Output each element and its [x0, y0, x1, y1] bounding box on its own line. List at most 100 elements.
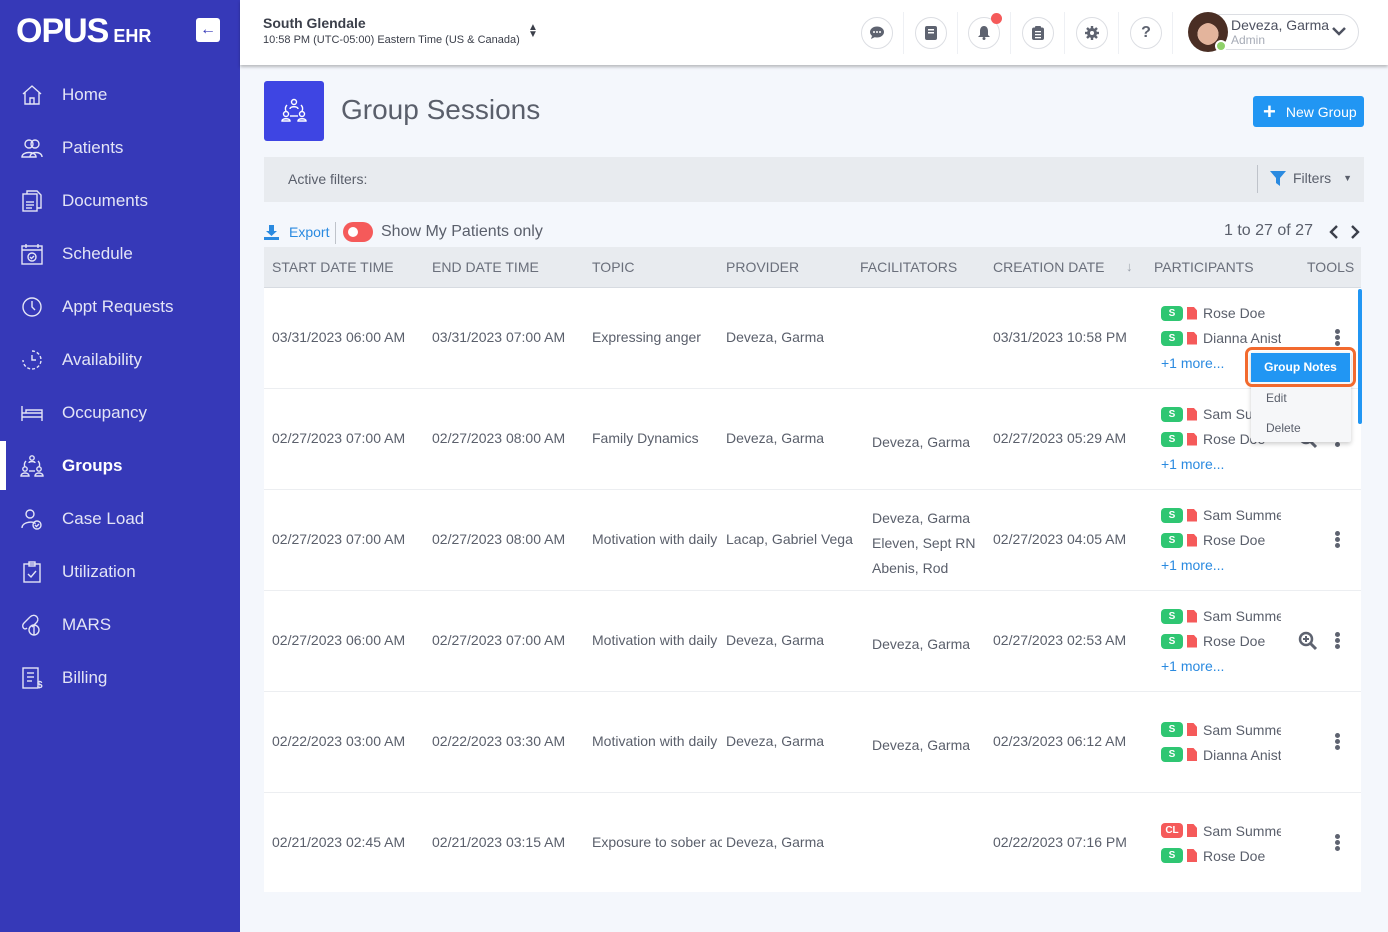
document-icon[interactable]: [1187, 533, 1197, 547]
sidebar-item-utilization[interactable]: Utilization: [0, 545, 240, 598]
participant[interactable]: S Sam Summers: [1161, 717, 1281, 742]
sidebar-item-availability[interactable]: Availability: [0, 333, 240, 386]
participant-status-badge: S: [1161, 431, 1183, 447]
billing-icon: $: [20, 666, 44, 690]
table-row[interactable]: 02/21/2023 02:45 AM 02/21/2023 03:15 AM Ex…: [264, 793, 1361, 892]
participant[interactable]: S Sam Summers: [1161, 503, 1281, 528]
cell-participants: S Sam Summers S Dianna Aniston: [1161, 717, 1281, 767]
location-selector[interactable]: South Glendale 10:58 PM (UTC-05:00) East…: [263, 15, 520, 46]
clipboard-button[interactable]: [1022, 17, 1054, 49]
more-participants-link[interactable]: +1 more...: [1161, 553, 1281, 578]
table-row[interactable]: 02/27/2023 07:00 AM 02/27/2023 08:00 AM Fa…: [264, 389, 1361, 490]
document-icon[interactable]: [1187, 609, 1197, 623]
document-icon[interactable]: [1187, 634, 1197, 648]
help-button[interactable]: ?: [1130, 17, 1162, 49]
chevron-down-icon[interactable]: [1330, 22, 1348, 40]
sidebar-item-billing[interactable]: $ Billing: [0, 651, 240, 704]
more-actions-icon[interactable]: [1332, 328, 1342, 348]
menu-item-delete[interactable]: Delete: [1266, 421, 1301, 435]
participant-status-badge: S: [1161, 722, 1183, 737]
cell-start-date: 02/21/2023 02:45 AM: [272, 834, 406, 850]
cell-creation-date: 02/23/2023 06:12 AM: [993, 733, 1127, 749]
column-header-participants[interactable]: PARTICIPANTS: [1154, 259, 1254, 275]
divider: [1257, 165, 1258, 193]
export-button[interactable]: Export: [264, 224, 329, 240]
column-header-facilitators[interactable]: FACILITATORS: [860, 259, 957, 275]
cell-end-date: 02/27/2023 07:00 AM: [432, 632, 566, 648]
sort-desc-icon[interactable]: ↓: [1126, 259, 1133, 274]
participant[interactable]: S Rose Doe: [1161, 528, 1281, 553]
divider: [957, 12, 958, 54]
menu-item-group-notes[interactable]: Group Notes: [1251, 353, 1350, 382]
more-actions-icon[interactable]: [1332, 530, 1342, 550]
document-icon[interactable]: [1187, 723, 1197, 736]
sidebar-item-home[interactable]: Home: [0, 68, 240, 121]
new-group-button[interactable]: + New Group: [1253, 96, 1364, 127]
participant-name: Rose Doe: [1203, 633, 1266, 649]
sidebar-item-label: Home: [62, 84, 108, 104]
document-icon[interactable]: [1187, 306, 1197, 320]
participant-status-badge: S: [1161, 305, 1183, 321]
app-logo[interactable]: OPUS EHR: [16, 12, 151, 51]
cell-creation-date: 02/22/2023 07:16 PM: [993, 834, 1127, 850]
show-my-patients-toggle[interactable]: [343, 222, 373, 242]
groups-icon: [20, 454, 44, 478]
documents-icon: [20, 189, 44, 213]
book-button[interactable]: [915, 17, 947, 49]
sidebar-item-label: Availability: [62, 349, 143, 369]
participant[interactable]: S Rose Doe: [1161, 843, 1281, 868]
table-scrollbar[interactable]: [1358, 289, 1362, 424]
notifications-button[interactable]: [968, 13, 1002, 49]
more-participants-link[interactable]: +1 more...: [1161, 654, 1281, 679]
more-participants-link[interactable]: +1 more...: [1161, 452, 1281, 477]
cell-facilitators: Deveza, Garma: [872, 632, 970, 657]
document-icon[interactable]: [1187, 432, 1197, 446]
column-header-provider[interactable]: PROVIDER: [726, 259, 799, 275]
table-row[interactable]: 02/27/2023 06:00 AM 02/27/2023 07:00 AM Mo…: [264, 591, 1361, 692]
participant[interactable]: CL Sam Summers: [1161, 818, 1281, 843]
sidebar-item-appt-requests[interactable]: Appt Requests: [0, 280, 240, 333]
sidebar-item-groups[interactable]: Groups: [0, 439, 240, 492]
sidebar-item-schedule[interactable]: Schedule: [0, 227, 240, 280]
more-actions-icon[interactable]: [1332, 732, 1342, 752]
column-header-creation-date[interactable]: CREATION DATE: [993, 259, 1105, 275]
settings-button[interactable]: [1076, 17, 1108, 49]
document-icon[interactable]: [1187, 849, 1197, 862]
column-header-start[interactable]: START DATE TIME: [272, 259, 394, 275]
chevron-right-icon[interactable]: [1349, 224, 1361, 240]
sidebar-item-label: Occupancy: [62, 402, 148, 422]
document-icon[interactable]: [1187, 748, 1197, 761]
menu-item-edit[interactable]: Edit: [1266, 391, 1287, 405]
cell-participants: S Sam Summers S Rose Doe +1 more...: [1161, 503, 1281, 578]
participant[interactable]: S Sam Summers: [1161, 604, 1281, 629]
table-row[interactable]: 02/22/2023 03:00 AM 02/22/2023 03:30 AM Mo…: [264, 692, 1361, 793]
table-row[interactable]: 02/27/2023 07:00 AM 02/27/2023 08:00 AM Mo…: [264, 490, 1361, 591]
document-icon[interactable]: [1187, 331, 1197, 345]
column-header-topic[interactable]: TOPIC: [592, 259, 635, 275]
document-icon[interactable]: [1187, 407, 1197, 421]
cell-start-date: 02/27/2023 07:00 AM: [272, 430, 406, 446]
more-actions-icon[interactable]: [1332, 631, 1342, 651]
document-icon[interactable]: [1187, 508, 1197, 522]
chat-button[interactable]: [861, 17, 893, 49]
sidebar-item-label: Utilization: [62, 561, 136, 581]
more-actions-icon[interactable]: [1332, 833, 1342, 853]
participant[interactable]: S Rose Doe: [1161, 301, 1281, 326]
sidebar-item-mars[interactable]: MARS: [0, 598, 240, 651]
document-icon[interactable]: [1187, 824, 1197, 837]
column-header-end[interactable]: END DATE TIME: [432, 259, 539, 275]
participant[interactable]: S Rose Doe: [1161, 629, 1281, 654]
sidebar-item-patients[interactable]: Patients: [0, 121, 240, 174]
zoom-in-icon[interactable]: [1298, 631, 1318, 651]
sidebar-item-case-load[interactable]: Case Load: [0, 492, 240, 545]
participant[interactable]: S Dianna Aniston: [1161, 742, 1281, 767]
table-row[interactable]: 03/31/2023 06:00 AM 03/31/2023 07:00 AM Ex…: [264, 288, 1361, 389]
filters-button[interactable]: Filters ▼: [1270, 170, 1352, 186]
participant-name: Sam Summers: [1203, 822, 1281, 839]
collapse-sidebar-button[interactable]: ←: [196, 18, 220, 42]
sidebar-item-occupancy[interactable]: Occupancy: [0, 386, 240, 439]
location-sort-toggle-icon[interactable]: ▲ ▼: [527, 23, 539, 42]
facilitator-name: Abenis, Rod: [872, 559, 949, 576]
chevron-left-icon[interactable]: [1328, 224, 1340, 240]
sidebar-item-documents[interactable]: Documents: [0, 174, 240, 227]
